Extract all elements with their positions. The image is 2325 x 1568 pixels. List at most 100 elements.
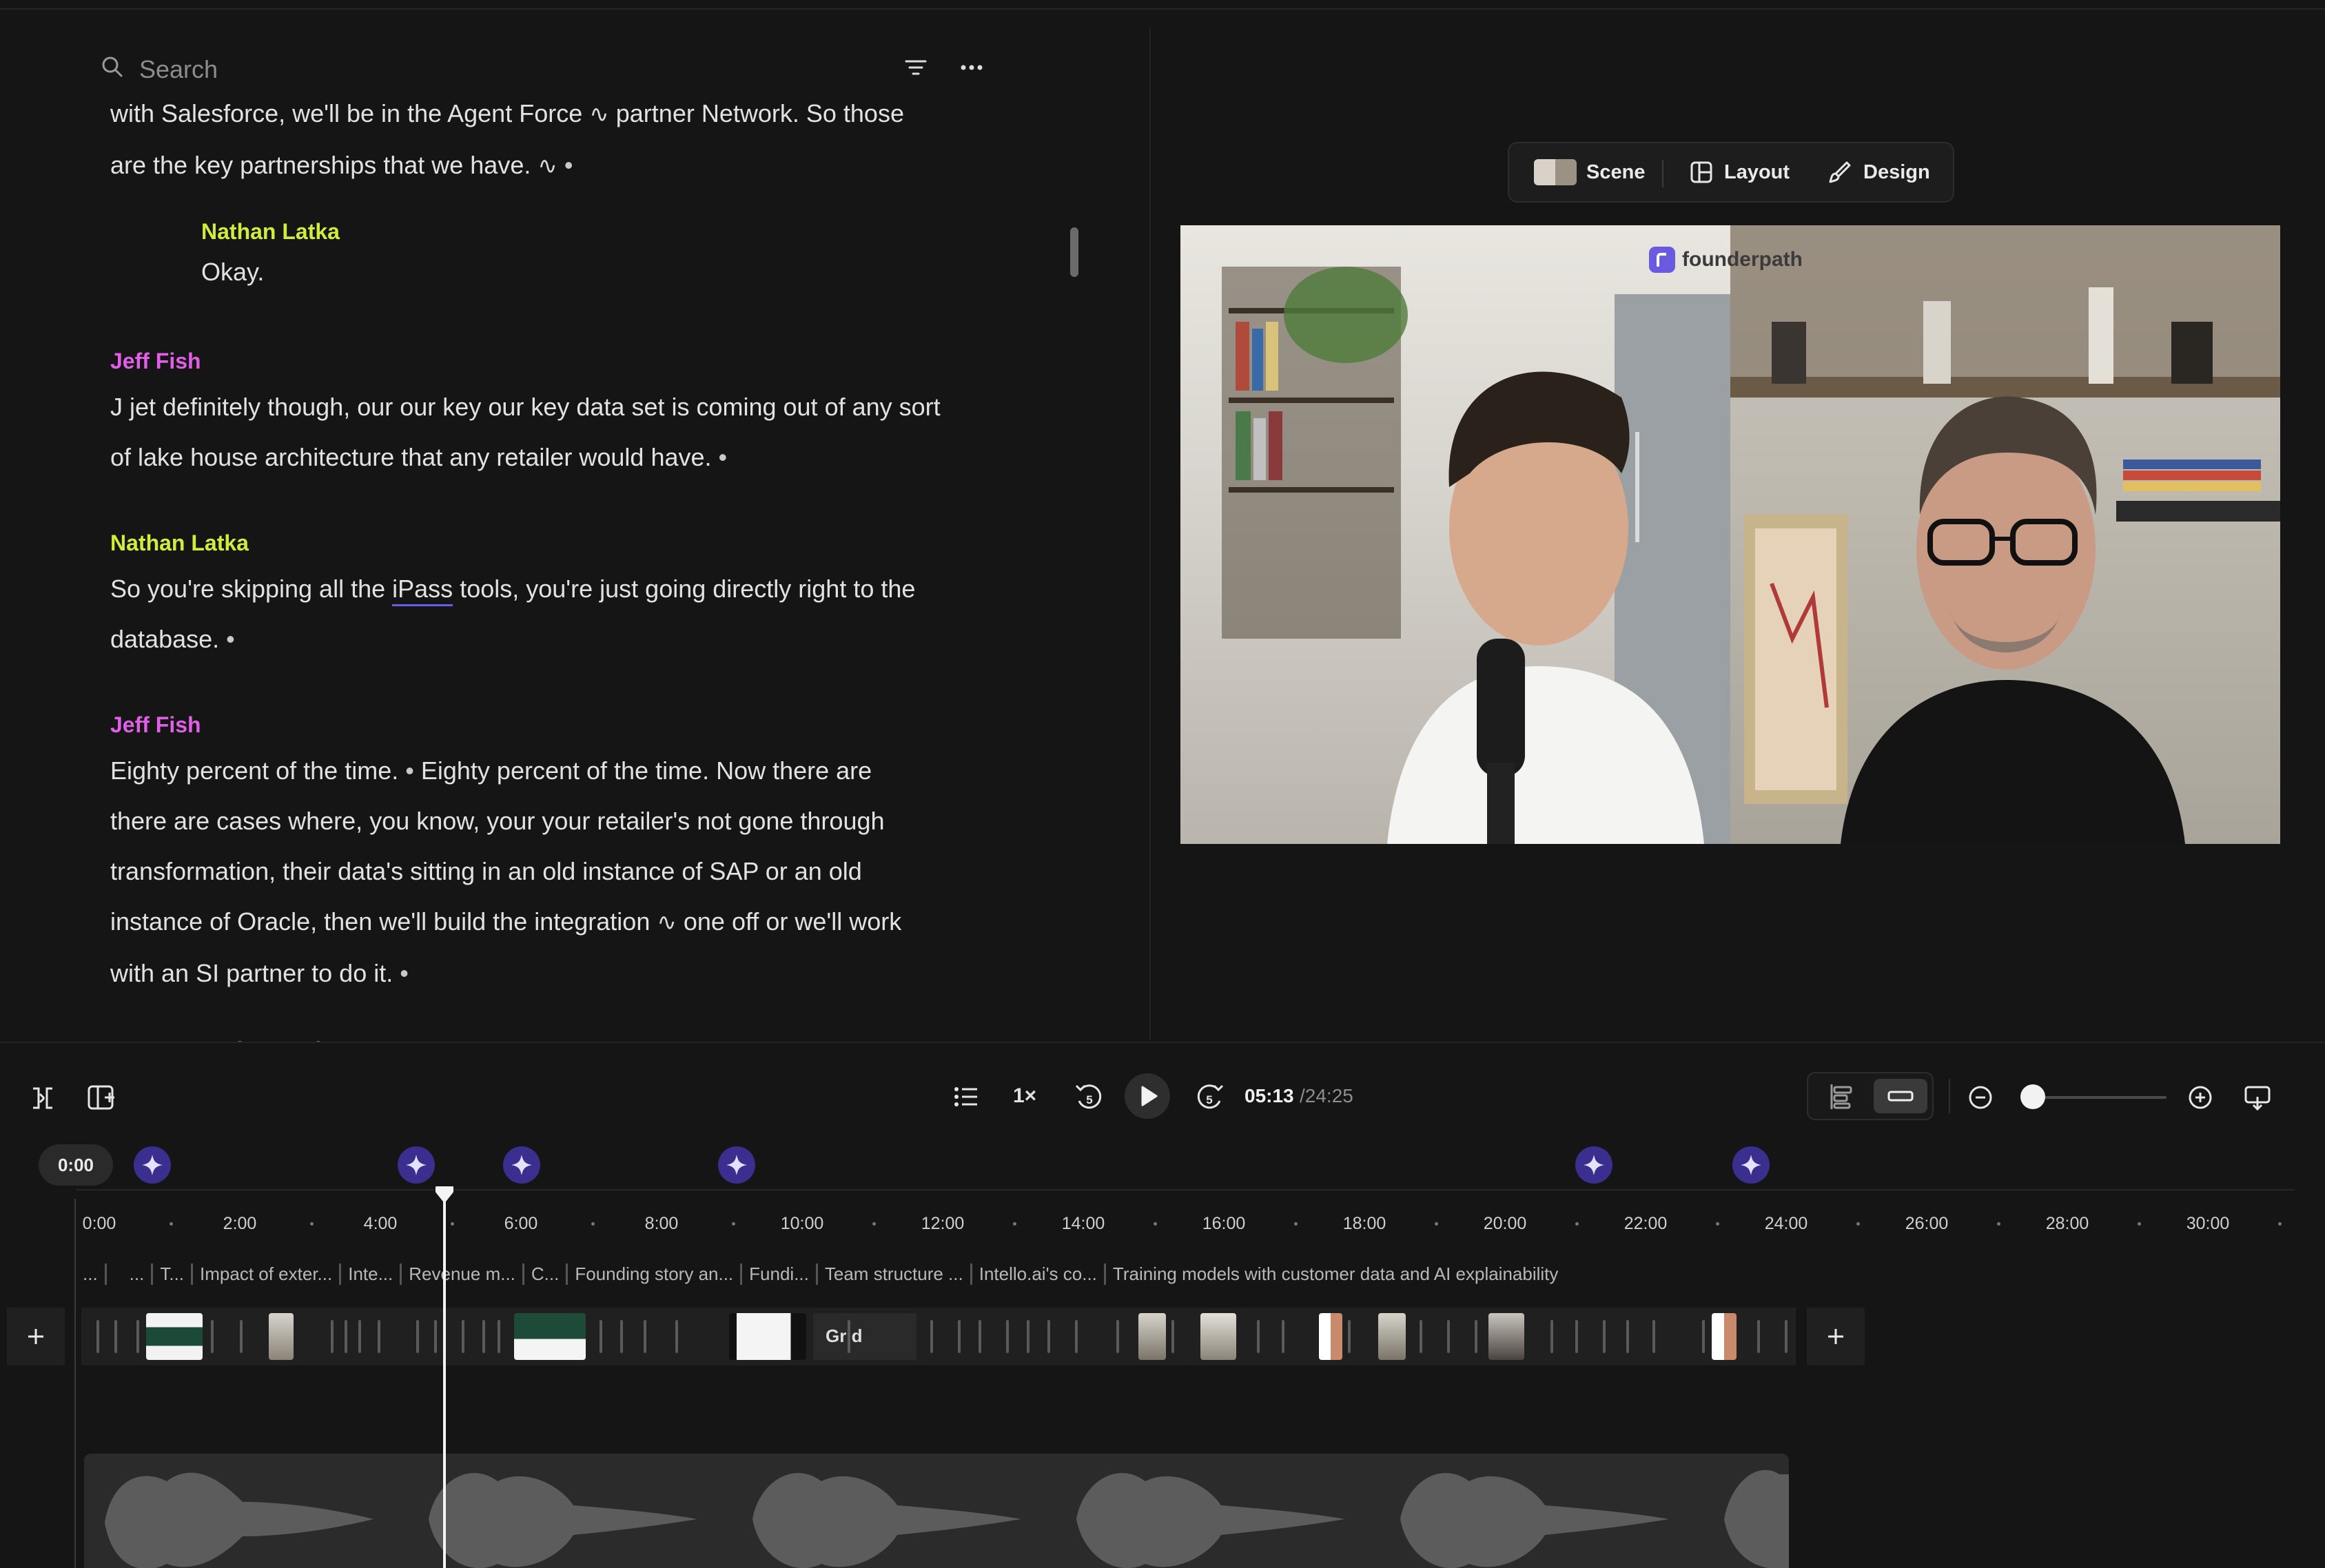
clip-segment-mark[interactable]: [1702, 1320, 1705, 1353]
timeline-divider[interactable]: [0, 1042, 2325, 1043]
transcript-line[interactable]: with Salesforce, we'll be in the Agent F…: [110, 88, 904, 140]
single-track-view-button[interactable]: [1874, 1079, 1927, 1113]
chapter-label[interactable]: C...: [524, 1263, 569, 1285]
playback-speed[interactable]: 1×: [1013, 1084, 1036, 1108]
clip-thumbnail[interactable]: [146, 1313, 203, 1360]
clip-segment-mark[interactable]: [416, 1320, 419, 1353]
chapter-label[interactable]: ...: [123, 1263, 154, 1285]
filter-icon[interactable]: [904, 58, 928, 77]
clip-segment-mark[interactable]: [1475, 1320, 1477, 1353]
video-preview[interactable]: [1180, 225, 2280, 844]
clip-segment-mark[interactable]: [378, 1320, 380, 1353]
chapter-label[interactable]: Inte...: [341, 1263, 402, 1285]
clip-segment-mark[interactable]: [600, 1320, 602, 1353]
layout-button[interactable]: Layout: [1690, 143, 1790, 201]
clip-segment-mark[interactable]: [358, 1320, 361, 1353]
clip-segment-mark[interactable]: [1257, 1320, 1260, 1353]
transcript-line[interactable]: transformation, their data's sitting in …: [110, 846, 901, 896]
transcript-line[interactable]: database. •: [110, 614, 915, 664]
clip-thumbnail[interactable]: [1378, 1313, 1406, 1360]
clip-segment-mark[interactable]: [644, 1320, 646, 1353]
chapter-label[interactable]: ...: [76, 1263, 107, 1285]
clip-segment-mark[interactable]: [240, 1320, 243, 1353]
clip-thumbnail[interactable]: [1712, 1313, 1737, 1360]
chapter-label[interactable]: Revenue m...: [402, 1263, 524, 1285]
ai-sparkle-marker[interactable]: [718, 1146, 755, 1184]
transcript-line[interactable]: Eighty percent of the time. • Eighty per…: [110, 745, 901, 796]
chapter-label[interactable]: Intello.ai's co...: [972, 1263, 1106, 1285]
clip-segment-mark[interactable]: [114, 1320, 117, 1353]
speaker-name[interactable]: Jeff Fish: [110, 711, 901, 739]
transcript-line[interactable]: So you're skipping all the iPass tools, …: [110, 564, 915, 614]
clip-segment-mark[interactable]: [1785, 1320, 1788, 1353]
rewind-5-icon[interactable]: 5: [1074, 1080, 1105, 1113]
clip-segment-mark[interactable]: [848, 1320, 850, 1353]
more-options-icon[interactable]: [959, 58, 984, 77]
scene-button[interactable]: Scene: [1534, 143, 1645, 201]
playhead-handle-icon[interactable]: [434, 1185, 455, 1204]
add-layout-icon[interactable]: [87, 1084, 117, 1113]
transcript-line[interactable]: Okay.: [201, 247, 340, 297]
clip-segment-mark[interactable]: [136, 1320, 139, 1353]
clip-thumbnail[interactable]: [729, 1313, 806, 1360]
clip-segment-mark[interactable]: [1550, 1320, 1553, 1353]
playhead-line[interactable]: [443, 1193, 446, 1568]
clip-segment-mark[interactable]: [211, 1320, 214, 1353]
transcript-scrollbar[interactable]: [1070, 227, 1078, 277]
clip-segment-mark[interactable]: [1006, 1320, 1009, 1353]
zoom-slider-thumb[interactable]: [2020, 1084, 2046, 1109]
clip-track[interactable]: [81, 1308, 1796, 1365]
transcript-line[interactable]: are the key partnerships that we have. ∿…: [110, 140, 904, 192]
clip-thumbnail[interactable]: [1138, 1313, 1166, 1360]
clip-segment-mark[interactable]: [1282, 1320, 1284, 1353]
multitrack-view-icon[interactable]: [1827, 1083, 1854, 1111]
split-clip-icon[interactable]: [29, 1084, 57, 1112]
clip-segment-mark[interactable]: [979, 1320, 981, 1353]
clip-segment-mark[interactable]: [1626, 1320, 1629, 1353]
clip-thumbnail[interactable]: [1319, 1313, 1342, 1360]
search-input[interactable]: [138, 50, 761, 90]
clip-segment-mark[interactable]: [1575, 1320, 1578, 1353]
chapter-label[interactable]: Fundi...: [742, 1263, 818, 1285]
clip-segment-mark[interactable]: [1420, 1320, 1422, 1353]
clip-segment-mark[interactable]: [96, 1320, 99, 1353]
ai-sparkle-marker[interactable]: [503, 1146, 540, 1184]
clip-segment-mark[interactable]: [1027, 1320, 1030, 1353]
clip-segment-mark[interactable]: [345, 1320, 347, 1353]
clip-segment-mark[interactable]: [434, 1320, 437, 1353]
transcript-line[interactable]: of lake house architecture that any reta…: [110, 432, 941, 482]
speaker-name[interactable]: Jeff Fish: [110, 347, 941, 375]
clip-thumbnail[interactable]: [1200, 1313, 1236, 1360]
clip-segment-mark[interactable]: [1652, 1320, 1655, 1353]
clip-segment-mark[interactable]: [1075, 1320, 1078, 1353]
clip-thumbnail[interactable]: [1488, 1313, 1524, 1360]
clip-segment-mark[interactable]: [620, 1320, 623, 1353]
add-clip-before-button[interactable]: [7, 1308, 65, 1365]
panel-divider[interactable]: [1149, 28, 1151, 1040]
chapter-label[interactable]: Founding story an...: [568, 1263, 743, 1285]
chapters-list-icon[interactable]: [954, 1086, 979, 1108]
clip-segment-mark[interactable]: [1447, 1320, 1450, 1353]
fit-timeline-icon[interactable]: [2244, 1084, 2271, 1111]
clip-segment-mark[interactable]: [1047, 1320, 1050, 1353]
clip-thumbnail[interactable]: [269, 1313, 294, 1360]
speaker-name[interactable]: Nathan Latka: [110, 529, 915, 557]
chapter-label[interactable]: Impact of exter...: [193, 1263, 342, 1285]
zoom-in-icon[interactable]: [2187, 1084, 2213, 1111]
audio-track[interactable]: [84, 1454, 1789, 1568]
ai-sparkle-marker[interactable]: [1575, 1146, 1612, 1184]
clip-segment-mark[interactable]: [1171, 1320, 1174, 1353]
clip-segment-mark[interactable]: [498, 1320, 500, 1353]
speaker-name[interactable]: Nathan Latka: [201, 218, 340, 245]
clip-segment-mark[interactable]: [482, 1320, 485, 1353]
clip-segment-mark[interactable]: [1757, 1320, 1760, 1353]
ai-sparkle-marker[interactable]: [398, 1146, 435, 1184]
transcript-line[interactable]: instance of Oracle, then we'll build the…: [110, 896, 901, 948]
clip-segment-mark[interactable]: [1348, 1320, 1351, 1353]
chapter-label[interactable]: T...: [153, 1263, 194, 1285]
clip-segment-mark[interactable]: [1603, 1320, 1606, 1353]
transcript-line[interactable]: with an SI partner to do it. •: [110, 948, 901, 998]
clip-segment-mark[interactable]: [462, 1320, 464, 1353]
zoom-slider-track[interactable]: [2026, 1096, 2167, 1099]
transcript-line[interactable]: there are cases where, you know, your yo…: [110, 796, 901, 846]
